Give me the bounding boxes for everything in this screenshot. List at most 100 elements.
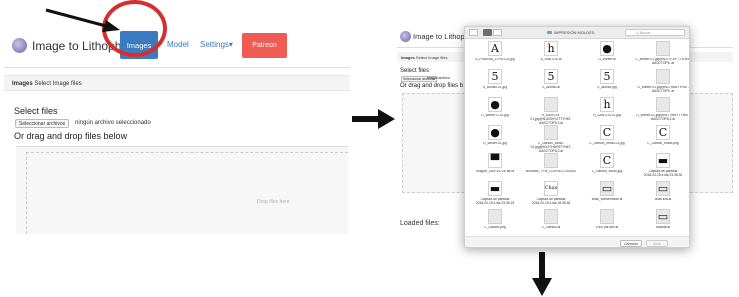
file-glyph: h (603, 98, 611, 111)
file-name: C_Garson_fondo.jpg (591, 170, 623, 173)
file-name: H_SANTOS-01.jpg@N1GSHYZTTYH6T-AASCTOP5-2… (530, 114, 572, 125)
file-name: C_Winter-01.jpg@N1TIY-EFTTYH6T-AASCTOP5-… (635, 58, 690, 65)
file-item[interactable]: C C_Garson_fondo-01.jpg (579, 125, 635, 152)
select-files-heading: Select files (400, 68, 430, 74)
file-glyph: 5 (547, 70, 555, 83)
file-item[interactable]: h A_SANTOS.ai (523, 41, 579, 68)
file-item[interactable]: ▬ Captura de pantalla 2018-04-15 a las 23… (635, 153, 689, 180)
file-thumbnail-icon (544, 209, 558, 224)
file-item[interactable]: ▀ Snippet_310F3472E.tiff.ra (467, 153, 523, 180)
file-name: Captura de pantalla 2018-04-15 a las 23.… (475, 198, 515, 205)
file-name: Captura de pantalla 2018-04-15 a las 18.… (531, 198, 571, 205)
file-item[interactable]: Chas Captura de pantalla 2018-04-15 a las… (523, 181, 579, 208)
file-name: O_Winter-01.jpg@N1TH8BTYH6T-AASCTOP5-.ai (637, 86, 689, 93)
breadcrumb-title: Images (401, 55, 415, 60)
file-glyph: ▬ (489, 182, 501, 195)
file-name: A_PRUEBA_LITHO-01.jpg (475, 58, 515, 61)
file-thumbnail-icon: 5 (488, 69, 502, 84)
file-thumbnail-icon: h (600, 97, 614, 112)
dialog-footer: Cancelar Abrir (465, 236, 689, 247)
file-item[interactable]: Borrador_TFM_CORRECCIONES (523, 153, 579, 180)
app-logo-icon (400, 31, 411, 42)
right-arrow-icon (352, 109, 395, 129)
file-item[interactable]: ▭ chas.liza.ai (635, 181, 689, 208)
file-thumbnail-icon (544, 125, 558, 140)
loaded-files-heading: Loaded files: (400, 220, 440, 227)
file-item[interactable]: C_Winter-01.jpg@N1TIY-EFTTYH6T-AASCTOP5-… (635, 41, 690, 68)
stage: Image to Lithophane Images Model Setting… (0, 0, 739, 297)
file-name: O_Winter-01.jpg (482, 142, 507, 145)
file-item[interactable]: ● O_Winter-01.jpg (467, 125, 523, 152)
file-item[interactable]: h H_SANTOS-01.jpg (579, 97, 635, 124)
file-thumbnail-icon: h (544, 41, 558, 56)
file-thumbnail-icon: ● (488, 125, 502, 140)
file-item[interactable]: ● O_Winter-O-01.jpg (467, 97, 523, 124)
file-name: Borrador_TFM_CORRECCIONES (525, 170, 577, 173)
drop-hint: Drop files here (257, 199, 290, 205)
left-navbar: Image to Lithophane Images Model Setting… (4, 24, 350, 68)
file-item[interactable]: O_Winter-01.jpg@N1TH8BTYH6T-AASCTOP5-.ai (635, 69, 689, 96)
list-view-button[interactable] (493, 29, 502, 36)
file-item[interactable]: ▭ chasas.ai (635, 209, 689, 236)
file-name: O_Winter-O-01.jpg (481, 114, 509, 117)
dialog-toolbar: IMPRESIÓN MOLDES Q Buscar (465, 27, 689, 39)
breadcrumb-title: Images (12, 81, 33, 87)
file-item[interactable]: 5 S_Alonso.ai (523, 69, 579, 96)
file-item[interactable]: 5 S_Alonso-01.jpg (467, 69, 523, 96)
file-item[interactable]: ▭ chas_Windermilde.ai (579, 181, 635, 208)
left-page: Image to Lithophane Images Model Setting… (4, 24, 350, 234)
file-name: Snippet_310F3472E.tiff.ra (475, 170, 515, 173)
file-glyph: C (658, 126, 668, 139)
file-thumbnail-icon: ▬ (656, 153, 670, 168)
file-item[interactable]: A A_PRUEBA_LITHO-01.jpg (467, 41, 523, 68)
search-input[interactable]: Q Buscar (625, 29, 685, 36)
file-thumbnail-icon: Chas (544, 181, 558, 196)
file-thumbnail-icon (656, 41, 670, 56)
choose-files-button[interactable]: Seleccionar archivos (15, 119, 70, 128)
file-name: C_Garson.ai (541, 226, 561, 229)
file-glyph: 5 (603, 70, 611, 83)
file-item[interactable]: H_SANTOS-01.jpg@N1GSHYZTTYH6T-AASCTOP5-2… (523, 97, 579, 125)
file-glyph: Chas (544, 185, 558, 191)
file-item[interactable]: 1000 pts anti.ai (579, 209, 635, 236)
file-thumbnail-icon: A (488, 41, 502, 56)
file-item[interactable]: C C_Garson_fondo.png (635, 125, 689, 152)
nav-settings-dropdown[interactable]: Settings▾ (200, 40, 233, 49)
file-item[interactable]: C C_Garson_fondo.jpg (579, 153, 635, 180)
file-name: S_Alonso-01.jpg (482, 86, 508, 89)
file-name: H_SANTOS-01.jpg (593, 114, 621, 117)
file-item[interactable]: ▬ Captura de pantalla 2018-04-15 a las 23… (467, 181, 523, 208)
file-glyph: ● (602, 42, 612, 55)
file-item[interactable]: C_Garson.ai (523, 209, 579, 236)
file-name: chas.liza.ai (654, 198, 672, 201)
file-glyph: ▬ (657, 154, 669, 167)
cancel-button[interactable]: Cancelar (620, 240, 642, 247)
file-name: C_Garson_fondo-01.jpg@N12YH6ERTYH6T-AASC… (530, 142, 572, 153)
folder-selector[interactable]: IMPRESIÓN MOLDES (547, 30, 594, 35)
file-thumbnail-icon (544, 97, 558, 112)
file-item[interactable]: O_Winter-01.jpg@N1TVHBTTYH6T-AASCTOP5-2.… (635, 97, 689, 124)
file-name: C_Garson_fondo.png (647, 142, 679, 145)
file-thumbnail-icon: ▭ (656, 181, 670, 196)
back-forward-icon[interactable] (469, 29, 478, 36)
open-button[interactable]: Abrir (646, 240, 668, 247)
file-name: chasas.ai (656, 226, 670, 229)
breadcrumb-subtitle: Select Image files (32, 81, 82, 87)
file-name: C_Garson_fondo-01.jpg (589, 142, 625, 145)
file-thumbnail-icon: ▀ (488, 153, 502, 168)
nav-model-link[interactable]: Model (167, 40, 189, 49)
no-file-label: ningún archivo (427, 76, 450, 80)
file-item[interactable]: 5 S_Alonso.jpg (579, 69, 635, 96)
file-thumbnail-icon: ▭ (600, 181, 614, 196)
file-item[interactable]: ● O_Winter.ai (579, 41, 635, 68)
file-item[interactable]: C_Garson.png (467, 209, 523, 236)
icon-view-button[interactable] (483, 29, 492, 36)
file-glyph: C (602, 126, 612, 139)
file-glyph: ▭ (657, 182, 669, 195)
file-item[interactable]: C_Garson_fondo-01.jpg@N12YH6ERTYH6T-AASC… (523, 125, 579, 153)
nav-patreon-button[interactable]: Patreon (242, 33, 287, 58)
file-thumbnail-icon: ▭ (656, 209, 670, 224)
file-glyph: h (547, 42, 555, 55)
file-glyph: A (491, 42, 499, 55)
folder-icon (547, 31, 552, 34)
